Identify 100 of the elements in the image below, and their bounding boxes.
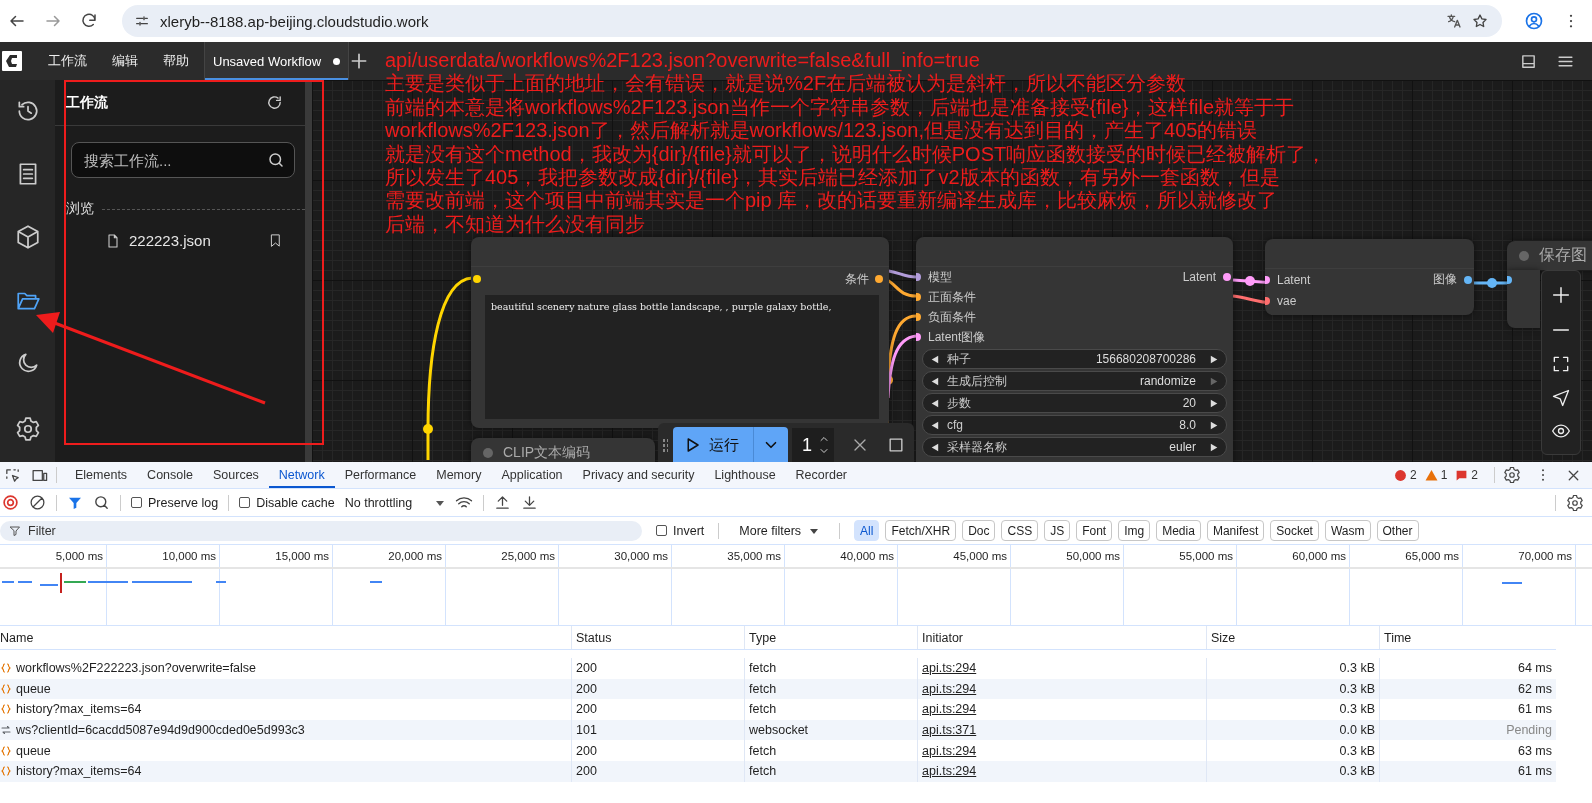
address-bar[interactable]: xleryb--8188.ap-beijing.cloudstudio.work bbox=[122, 5, 1502, 37]
devtools-tab[interactable]: Memory bbox=[426, 462, 492, 488]
column-header[interactable]: Name bbox=[0, 626, 572, 649]
drag-handle[interactable] bbox=[662, 438, 668, 452]
initiator-link[interactable]: api.ts:294 bbox=[922, 681, 977, 696]
request-name[interactable]: ws?clientId=6cacdd5087e94d9d900cded0e5d993c3 bbox=[16, 723, 305, 738]
download-icon[interactable] bbox=[520, 494, 538, 511]
search-icon[interactable] bbox=[93, 494, 110, 511]
checkbox[interactable] bbox=[656, 525, 667, 536]
settings-icon[interactable] bbox=[1503, 466, 1521, 484]
type-filter-chip[interactable]: Other bbox=[1376, 520, 1419, 541]
devtools-tab[interactable]: Network bbox=[268, 462, 335, 488]
file-item[interactable]: 222223.json bbox=[129, 232, 211, 249]
menu-item[interactable]: 工作流 bbox=[36, 52, 100, 70]
table-cell: fetch bbox=[745, 658, 918, 679]
reload-icon[interactable] bbox=[80, 12, 98, 30]
type-filter-chip[interactable]: JS bbox=[1044, 520, 1071, 541]
initiator-link[interactable]: api.ts:294 bbox=[922, 702, 977, 717]
star-icon[interactable] bbox=[1472, 13, 1488, 29]
type-filter-chip[interactable]: All bbox=[854, 520, 880, 541]
devtools-tab[interactable]: Lighthouse bbox=[704, 462, 786, 488]
request-name[interactable]: workflows%2F222223.json?overwrite=false bbox=[16, 661, 257, 676]
translate-icon[interactable] bbox=[1446, 13, 1462, 29]
settings-icon[interactable] bbox=[1566, 493, 1584, 512]
checkbox[interactable] bbox=[239, 497, 251, 508]
table-cell: fetch bbox=[745, 760, 918, 782]
number-widget[interactable]: cfg 8.0 bbox=[922, 415, 1227, 435]
profile-icon[interactable] bbox=[1524, 11, 1544, 31]
menu-item[interactable]: 帮助 bbox=[151, 52, 202, 70]
type-filter-chip[interactable]: Doc bbox=[962, 520, 996, 541]
upload-icon[interactable] bbox=[493, 494, 511, 511]
clear-icon[interactable] bbox=[29, 494, 46, 511]
more-filters-dropdown[interactable]: More filters bbox=[733, 523, 826, 538]
record-icon[interactable] bbox=[2, 494, 19, 511]
request-name[interactable]: history?max_items=64 bbox=[16, 764, 142, 779]
port-label: 模型 bbox=[928, 268, 952, 286]
type-filter-chip[interactable]: Img bbox=[1118, 520, 1151, 541]
search-field[interactable]: 搜索工作流... bbox=[71, 142, 295, 178]
type-filter-chip[interactable]: Wasm bbox=[1324, 520, 1371, 541]
port-dot[interactable] bbox=[1223, 273, 1231, 281]
type-filter-chip[interactable]: CSS bbox=[1001, 520, 1039, 541]
bookmark-icon[interactable] bbox=[268, 233, 283, 248]
devtools-tab[interactable]: Performance bbox=[334, 462, 427, 488]
send-icon[interactable] bbox=[1551, 387, 1571, 408]
devtools-tab[interactable]: Console bbox=[137, 462, 203, 488]
port-dot[interactable] bbox=[473, 275, 481, 283]
inspect-icon[interactable] bbox=[4, 466, 21, 484]
type-filter-chip[interactable]: Socket bbox=[1270, 520, 1319, 541]
devtools-tab[interactable]: Elements bbox=[65, 462, 138, 488]
column-header[interactable]: Time bbox=[1380, 626, 1556, 649]
node-card[interactable]: CLIP文本编码 bbox=[471, 438, 655, 462]
column-header[interactable]: Size bbox=[1207, 626, 1380, 649]
node-card[interactable]: 条件 beautiful scenery nature glass bottle landscape, , purple galaxy bottle, bbox=[471, 237, 889, 428]
number-widget[interactable]: 采样器名称 euler bbox=[922, 437, 1227, 457]
refresh-icon[interactable] bbox=[266, 94, 283, 111]
queue-count-field[interactable]: 1 bbox=[791, 428, 834, 462]
port-dot[interactable] bbox=[1464, 275, 1472, 284]
error-count[interactable]: 2 bbox=[1409, 468, 1417, 482]
issue-count[interactable]: 2 bbox=[1471, 468, 1478, 482]
devtools-tab[interactable]: Application bbox=[491, 462, 573, 488]
workflow-tab[interactable]: Unsaved Workflow bbox=[204, 42, 350, 80]
request-name[interactable]: queue bbox=[16, 681, 51, 696]
initiator-link[interactable]: api.ts:294 bbox=[922, 764, 977, 779]
node-card[interactable]: 保存图 bbox=[1507, 241, 1592, 270]
prompt-field[interactable]: beautiful scenery nature glass bottle landscape, , purple galaxy bottle, bbox=[485, 295, 879, 419]
cube-icon[interactable] bbox=[14, 224, 41, 250]
column-header[interactable]: Status bbox=[572, 626, 745, 649]
port-dot[interactable] bbox=[875, 275, 883, 283]
node-card[interactable]: Latent vae 图像 bbox=[1265, 239, 1474, 315]
table-cell-text: 62 ms bbox=[1516, 680, 1553, 698]
column-header[interactable]: Type bbox=[745, 626, 918, 649]
throttling-dropdown[interactable]: No throttling bbox=[344, 495, 445, 510]
devtools-tab[interactable]: Recorder bbox=[785, 462, 857, 488]
port-dot[interactable] bbox=[1265, 275, 1270, 284]
checkbox[interactable] bbox=[131, 497, 142, 508]
timeline-tick: 25,000 ms bbox=[446, 545, 559, 567]
type-filter-chip[interactable]: Manifest bbox=[1206, 520, 1265, 541]
devtools-tab[interactable]: Privacy and security bbox=[572, 462, 705, 488]
devtools-tab[interactable]: Sources bbox=[203, 462, 269, 488]
table-cell: 200 bbox=[572, 658, 745, 679]
filter-field[interactable]: Filter bbox=[0, 520, 642, 541]
warning-count[interactable]: 1 bbox=[1440, 468, 1448, 482]
menu-item[interactable]: 编辑 bbox=[100, 52, 151, 70]
initiator-link[interactable]: api.ts:294 bbox=[922, 661, 977, 676]
request-name[interactable]: history?max_items=64 bbox=[16, 702, 142, 717]
number-widget[interactable]: 种子 156680208700286 bbox=[922, 349, 1227, 369]
request-name[interactable]: queue bbox=[16, 743, 51, 758]
type-filter-chip[interactable]: Fetch/XHR bbox=[885, 520, 957, 541]
type-filter-chip[interactable]: Media bbox=[1156, 520, 1201, 541]
scrollbar[interactable] bbox=[305, 80, 312, 462]
initiator-link[interactable]: api.ts:371 bbox=[922, 723, 977, 738]
node-body[interactable] bbox=[1507, 270, 1540, 328]
layout-icon[interactable] bbox=[1520, 52, 1537, 70]
type-filter-chip[interactable]: Font bbox=[1076, 520, 1113, 541]
run-button[interactable]: 运行 bbox=[672, 427, 753, 462]
column-header[interactable]: Initiator bbox=[918, 626, 1207, 649]
initiator-link[interactable]: api.ts:294 bbox=[922, 743, 977, 758]
port-dot[interactable] bbox=[1265, 296, 1270, 305]
settings-icon[interactable] bbox=[14, 416, 41, 442]
number-widget[interactable]: 步数 20 bbox=[922, 393, 1227, 413]
